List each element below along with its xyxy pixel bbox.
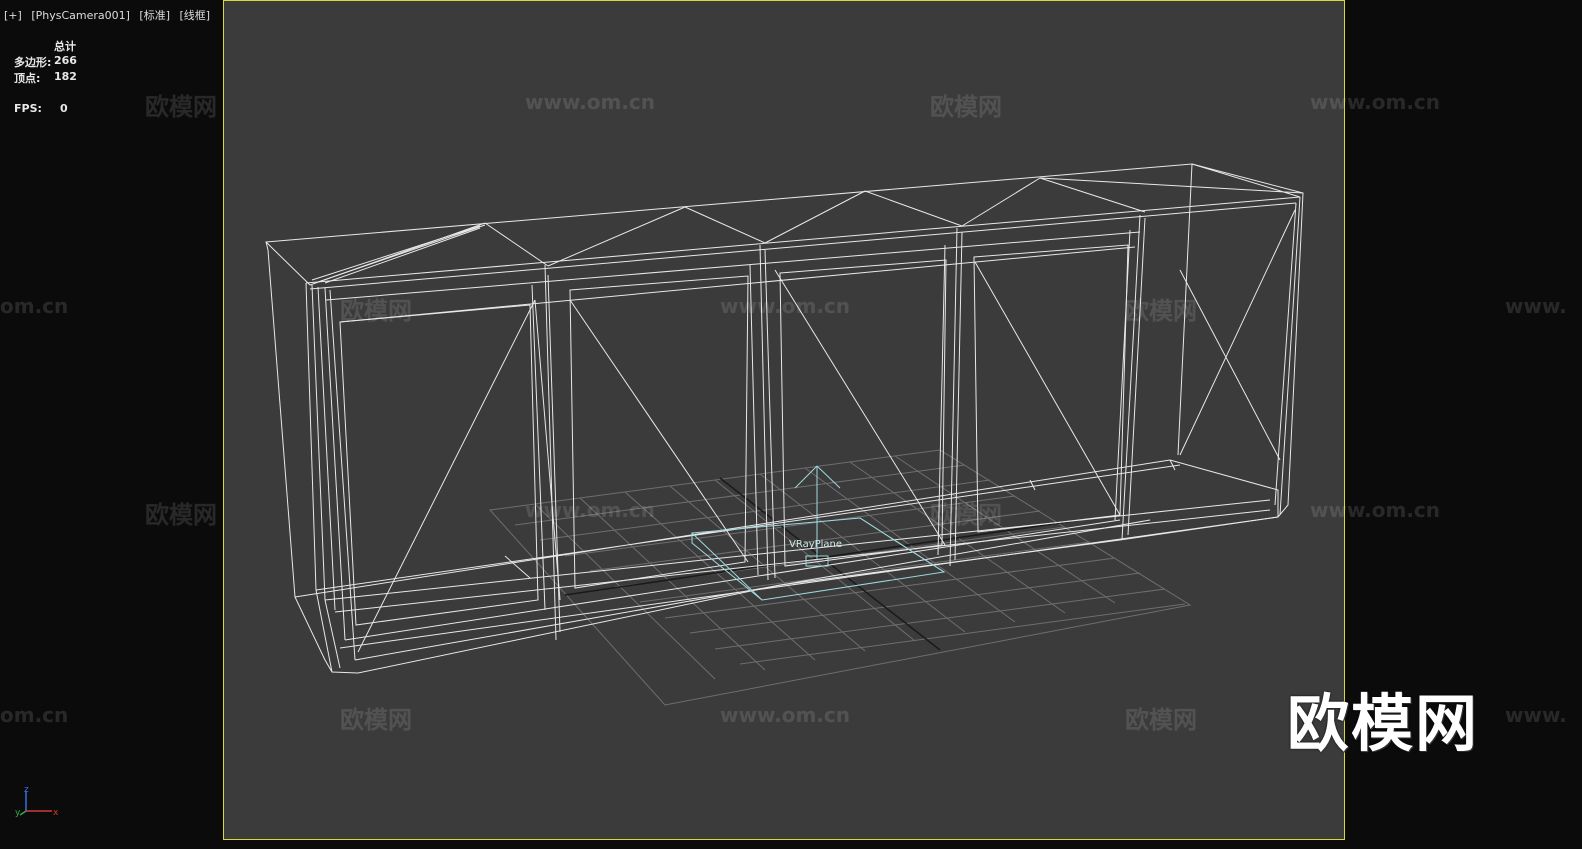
watermark-brand: 欧模网 <box>145 93 217 121</box>
watermark-brand: 欧模网 <box>340 706 412 734</box>
watermark-url: www.om.cn <box>720 703 851 727</box>
watermark-url-partial: om.cn <box>0 294 69 318</box>
watermark-url: www.om.cn <box>525 90 656 114</box>
watermark-url-partial: www. <box>1505 703 1567 727</box>
brand-logo: 欧模网 <box>1287 687 1480 760</box>
watermark-url-partial: om.cn <box>0 703 69 727</box>
watermark-url: www.om.cn <box>525 498 656 522</box>
watermark-url: www.om.cn <box>1310 90 1441 114</box>
watermark-brand: 欧模网 <box>340 297 412 325</box>
watermark-url: www.om.cn <box>720 294 851 318</box>
vrayplane-label: VRayPlane <box>789 539 843 550</box>
watermark-brand: 欧模网 <box>1125 706 1197 734</box>
axis-z-label: z <box>24 785 29 795</box>
axis-x-label: x <box>53 808 58 818</box>
watermark-brand: 欧模网 <box>145 501 217 529</box>
watermark-brand: 欧模网 <box>930 93 1002 121</box>
watermark-url-partial: www. <box>1505 294 1567 318</box>
watermark-brand: 欧模网 <box>1125 297 1197 325</box>
axis-y-label: y <box>15 808 21 818</box>
watermark-brand: 欧模网 <box>930 501 1002 529</box>
axis-tripod-icon: x z y <box>15 785 58 818</box>
watermark-url: www.om.cn <box>1310 498 1441 522</box>
